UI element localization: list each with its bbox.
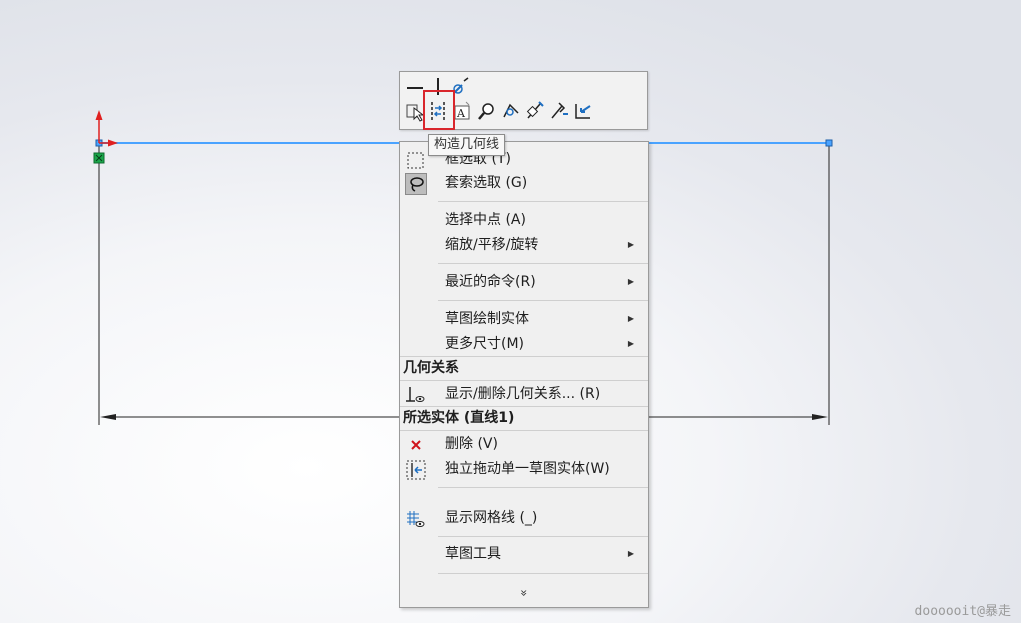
submenu-arrow-icon: ▶ [627, 240, 634, 249]
dimension-arrow-right [812, 414, 828, 420]
menu-separator [400, 430, 648, 431]
menu-item-sketch-tools[interactable]: 草图工具 ▶ [400, 542, 648, 566]
endpoint-right[interactable] [825, 139, 833, 147]
line-icon[interactable] [404, 75, 426, 97]
exit-sketch-icon[interactable] [572, 100, 594, 122]
menu-separator [438, 536, 648, 537]
menu-item-label: 选择中点 (A) [445, 212, 526, 228]
submenu-arrow-icon: ▶ [627, 339, 634, 348]
menu-item-label: 更多尺寸(M) [445, 336, 525, 352]
menu-separator [438, 487, 648, 488]
box-select-icon [405, 149, 427, 171]
section-header-selected-entity: 所选实体 (直线1) [403, 410, 515, 426]
trim-icon[interactable] [548, 100, 570, 122]
menu-item-zoom-pan-rotate[interactable]: 缩放/平移/旋转 ▶ [400, 233, 648, 257]
vertical-line-icon[interactable] [427, 75, 449, 97]
relations-icon[interactable] [524, 100, 546, 122]
menu-separator [438, 201, 648, 202]
drag-entity-icon [405, 459, 427, 481]
menu-item-label: 草图工具 [445, 546, 501, 562]
grid-eye-icon [405, 508, 427, 530]
menu-item-label: 显示网格线 (_) [445, 510, 538, 526]
lasso-select-icon [405, 173, 427, 195]
relations-eye-icon [405, 384, 427, 406]
menu-item-label: 最近的命令(R) [445, 274, 536, 290]
origin-y-arrow-icon [95, 110, 103, 120]
menu-item-label: 套索选取 (G) [445, 175, 528, 191]
submenu-arrow-icon: ▶ [627, 277, 634, 286]
menu-item-more-dimensions[interactable]: 更多尺寸(M) ▶ [400, 332, 648, 356]
tooltip: 构造几何线 [428, 134, 506, 156]
menu-item-label: 独立拖动单一草图实体(W) [445, 461, 610, 477]
menu-item-label: 删除 (V) [445, 436, 498, 452]
construction-geometry-icon[interactable] [427, 100, 449, 122]
menu-separator [400, 380, 648, 381]
text-icon[interactable]: A [452, 100, 474, 122]
smart-dimension-icon[interactable] [500, 100, 522, 122]
menu-separator [438, 300, 648, 301]
context-menu: 框选取 (T) 套索选取 (G) 选择中点 (A) 缩放/平移/旋转 ▶ 最近的… [399, 141, 649, 608]
context-toolbar: A [399, 71, 648, 130]
menu-item-sketch-entities[interactable]: 草图绘制实体 ▶ [400, 307, 648, 331]
menu-item-delete[interactable]: 删除 (V) [400, 432, 648, 456]
menu-item-label: 草图绘制实体 [445, 311, 529, 327]
menu-item-label: 显示/删除几何关系... (R) [445, 386, 601, 402]
zoom-icon[interactable] [476, 100, 498, 122]
menu-item-show-relations[interactable]: 显示/删除几何关系... (R) [400, 382, 648, 406]
menu-item-select-midpoint[interactable]: 选择中点 (A) [400, 208, 648, 232]
svg-text:A: A [456, 107, 466, 120]
menu-item-show-grid[interactable]: 显示网格线 (_) [400, 506, 648, 530]
select-icon[interactable] [404, 100, 426, 122]
submenu-arrow-icon: ▶ [627, 314, 634, 323]
menu-item-drag-entity[interactable]: 独立拖动单一草图实体(W) [400, 457, 648, 481]
section-header-relations: 几何关系 [403, 360, 459, 376]
submenu-arrow-icon: ▶ [627, 549, 634, 558]
watermark: doooooit@暴走 [914, 604, 1011, 619]
dimension-arrow-left [100, 414, 116, 420]
menu-separator [438, 263, 648, 264]
menu-item-lasso-select[interactable]: 套索选取 (G) [400, 171, 648, 195]
expand-menu-chevron-icon[interactable]: » [516, 586, 532, 600]
sketch-tool-icon[interactable] [450, 75, 472, 97]
delete-icon [405, 434, 427, 456]
origin-x-arrow-icon [108, 139, 118, 147]
menu-item-label: 缩放/平移/旋转 [445, 237, 539, 253]
menu-item-recent-commands[interactable]: 最近的命令(R) ▶ [400, 270, 648, 294]
menu-separator [438, 573, 648, 574]
